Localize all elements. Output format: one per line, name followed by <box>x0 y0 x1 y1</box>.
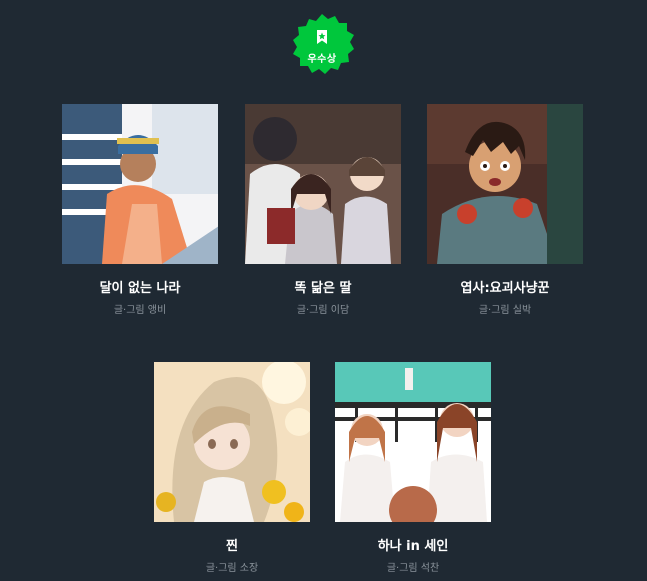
work-card[interactable]: 하나 in 세인 글·그림 석찬 <box>335 362 491 574</box>
thumbnail-image[interactable] <box>335 362 491 522</box>
work-title[interactable]: 하나 in 세인 <box>335 535 491 554</box>
work-author: 글·그림 앵비 <box>113 305 167 316</box>
award-label: 우수상 <box>307 54 337 65</box>
work-title[interactable]: 달이 없는 나라 <box>62 277 218 296</box>
work-title[interactable]: 엽사:요괴사냥꾼 <box>427 277 583 296</box>
thumbnail-image[interactable] <box>62 104 218 264</box>
work-title[interactable]: 똑 닮은 딸 <box>245 277 401 296</box>
work-author: 글·그림 실박 <box>478 305 532 316</box>
work-card[interactable]: 달이 없는 나라 글·그림 앵비 <box>62 104 218 316</box>
thumbnail-image[interactable] <box>245 104 401 264</box>
thumbnail-image[interactable] <box>427 104 583 264</box>
work-author: 글·그림 소장 <box>205 563 259 574</box>
work-card[interactable]: 찐 글·그림 소장 <box>154 362 310 574</box>
work-card[interactable]: 엽사:요괴사냥꾼 글·그림 실박 <box>427 104 583 316</box>
work-author: 글·그림 이담 <box>296 305 350 316</box>
work-title[interactable]: 찐 <box>154 535 310 554</box>
thumbnail-image[interactable] <box>154 362 310 522</box>
ribbon-icon <box>317 30 327 44</box>
badge-scalloped-shape <box>293 14 354 74</box>
work-author: 글·그림 석찬 <box>386 563 440 574</box>
work-card[interactable]: 똑 닮은 딸 글·그림 이담 <box>245 104 401 316</box>
award-badge: 우수상 <box>288 12 356 80</box>
